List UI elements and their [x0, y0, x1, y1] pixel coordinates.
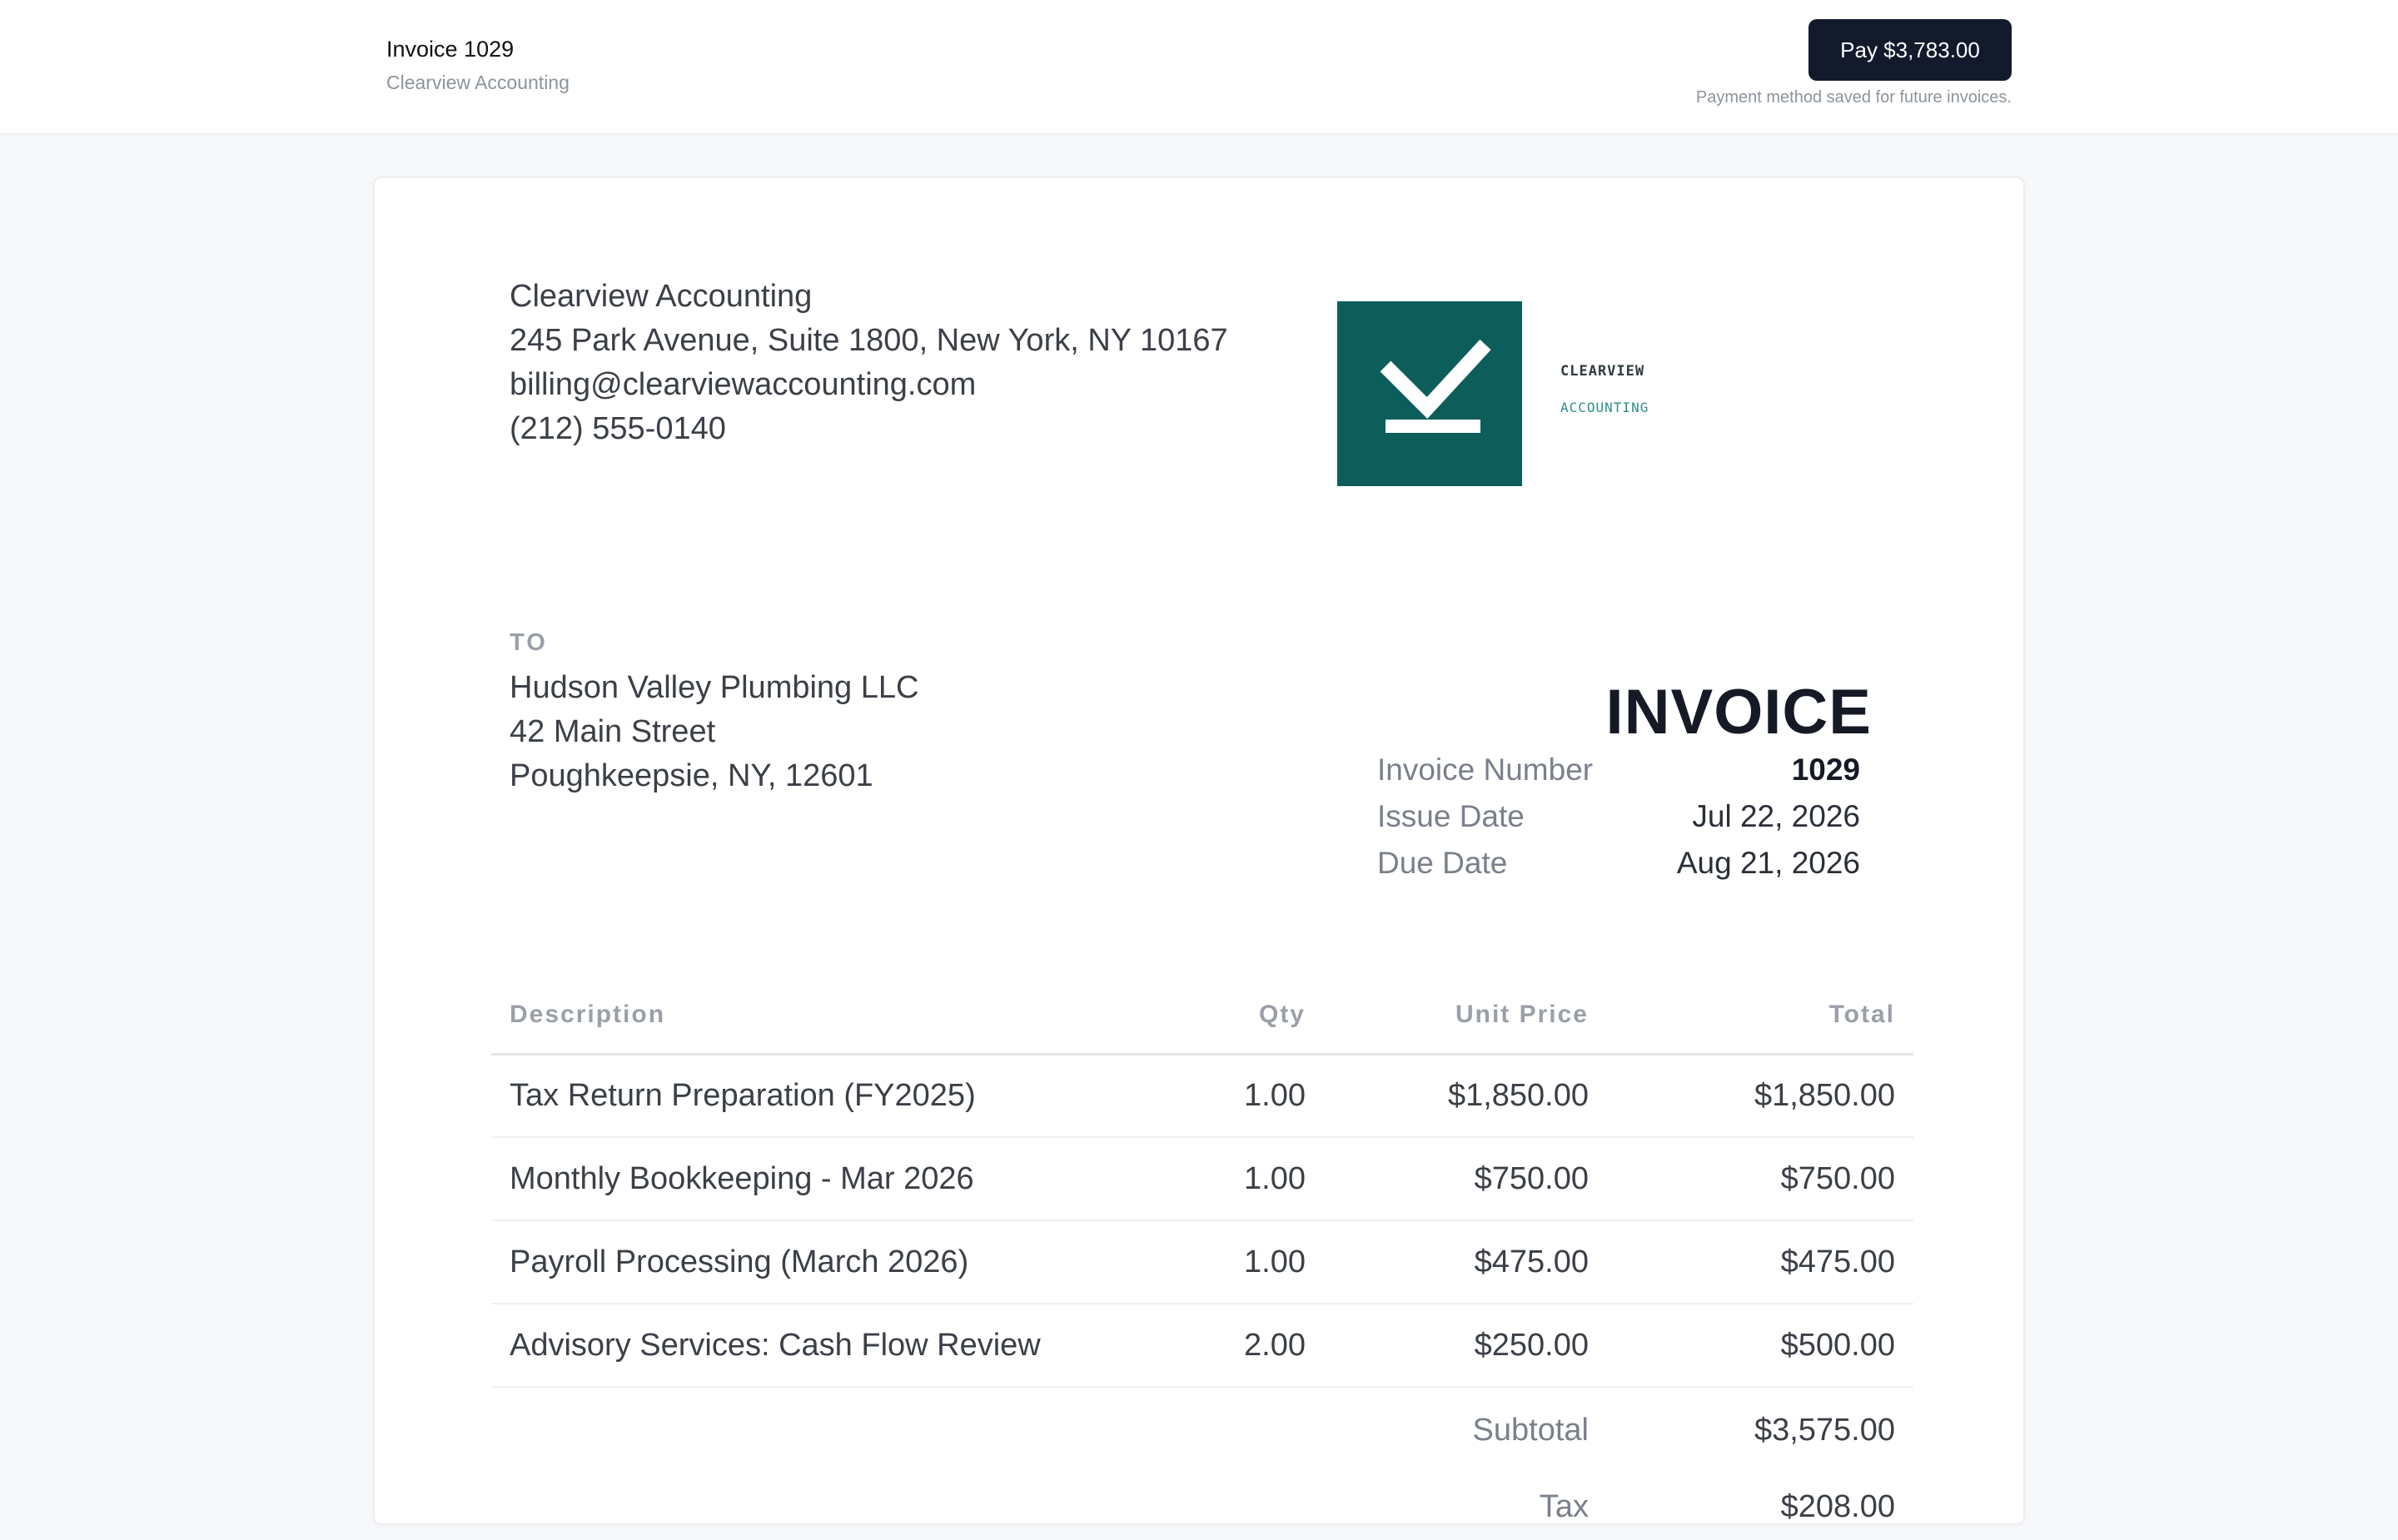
recipient-block: Hudson Valley Plumbing LLC 42 Main Stree… [510, 666, 918, 798]
logo-wordmark-sub: ACCOUNTING [1560, 400, 1649, 415]
recipient-city: Poughkeepsie, NY, 12601 [510, 758, 873, 793]
invoice-document: Clearview Accounting 245 Park Avenue, Su… [373, 176, 2025, 1525]
sender-name: Clearview Accounting [510, 279, 813, 314]
invoice-number-row: Invoice Number 1029 [1377, 753, 1860, 799]
invoice-number-label: Invoice Number [1377, 753, 1594, 787]
sender-block: Clearview Accounting 245 Park Avenue, Su… [510, 275, 1228, 451]
item-total: $750.00 [1607, 1137, 1913, 1221]
issue-date-value: Jul 22, 2026 [1692, 799, 1860, 833]
issue-date-row: Issue Date Jul 22, 2026 [1377, 799, 1860, 846]
item-qty: 2.00 [1174, 1304, 1324, 1388]
sender-address: 245 Park Avenue, Suite 1800, New York, N… [510, 323, 1228, 358]
item-unit-price: $250.00 [1324, 1304, 1607, 1388]
subtotal-label: Subtotal [1472, 1413, 1589, 1448]
invoice-meta: Invoice Number 1029 Issue Date Jul 22, 2… [1377, 753, 1860, 892]
table-row: Tax Return Preparation (FY2025) 1.00 $1,… [491, 1054, 1913, 1138]
saved-payment-note: Payment method saved for future invoices… [1695, 88, 2012, 107]
table-header-row: Description Qty Unit Price Total [491, 977, 1913, 1056]
item-qty: 1.00 [1174, 1220, 1324, 1304]
page-subtitle: Clearview Accounting [386, 72, 570, 93]
column-header-qty: Qty [1174, 977, 1324, 1056]
pay-button[interactable]: Pay $3,783.00 [1808, 19, 2012, 81]
tax-label: Tax [1539, 1488, 1589, 1524]
line-items-table: Description Qty Unit Price Total Tax Ret… [491, 977, 1913, 1540]
checkmark-icon [1380, 339, 1491, 433]
due-date-row: Due Date Aug 21, 2026 [1377, 846, 1860, 892]
item-description: Monthly Bookkeeping - Mar 2026 [491, 1137, 1174, 1221]
table-row: Payroll Processing (March 2026) 1.00 $47… [491, 1220, 1913, 1304]
subtotal-row: Subtotal $3,575.00 [491, 1387, 1913, 1473]
page-title: Invoice 1029 [386, 37, 515, 62]
item-description: Advisory Services: Cash Flow Review [491, 1304, 1174, 1388]
item-description: Tax Return Preparation (FY2025) [491, 1054, 1174, 1138]
recipient-street: 42 Main Street [510, 714, 716, 749]
tax-row: Tax $208.00 [491, 1473, 1913, 1540]
table-row: Monthly Bookkeeping - Mar 2026 1.00 $750… [491, 1137, 1913, 1221]
item-total: $475.00 [1607, 1220, 1913, 1304]
due-date-value: Aug 21, 2026 [1676, 846, 1860, 880]
sender-email: billing@clearviewaccounting.com [510, 367, 977, 402]
column-header-total: Total [1607, 977, 1913, 1056]
column-header-description: Description [491, 977, 1174, 1056]
subtotal-value: $3,575.00 [1754, 1413, 1895, 1448]
item-total: $1,850.00 [1607, 1054, 1913, 1138]
due-date-label: Due Date [1377, 846, 1508, 880]
issue-date-label: Issue Date [1377, 799, 1525, 833]
logo-wordmark: CLEARVIEW [1560, 363, 1645, 380]
invoice-heading: INVOICE [1605, 677, 1872, 748]
column-header-unit-price: Unit Price [1324, 977, 1607, 1056]
recipient-name: Hudson Valley Plumbing LLC [510, 670, 919, 705]
table-row: Advisory Services: Cash Flow Review 2.00… [491, 1304, 1913, 1388]
item-total: $500.00 [1607, 1304, 1913, 1388]
sender-phone: (212) 555-0140 [510, 411, 726, 446]
tax-value: $208.00 [1780, 1488, 1895, 1524]
bill-to-label: TO [510, 629, 548, 656]
top-bar: Invoice 1029 Clearview Accounting Pay $3… [0, 0, 2398, 135]
company-logo [1337, 301, 1522, 486]
invoice-number-value: 1029 [1791, 753, 1860, 787]
item-unit-price: $475.00 [1324, 1220, 1607, 1304]
item-unit-price: $1,850.00 [1324, 1054, 1607, 1138]
item-qty: 1.00 [1174, 1137, 1324, 1221]
item-unit-price: $750.00 [1324, 1137, 1607, 1221]
item-qty: 1.00 [1174, 1054, 1324, 1138]
item-description: Payroll Processing (March 2026) [491, 1220, 1174, 1304]
